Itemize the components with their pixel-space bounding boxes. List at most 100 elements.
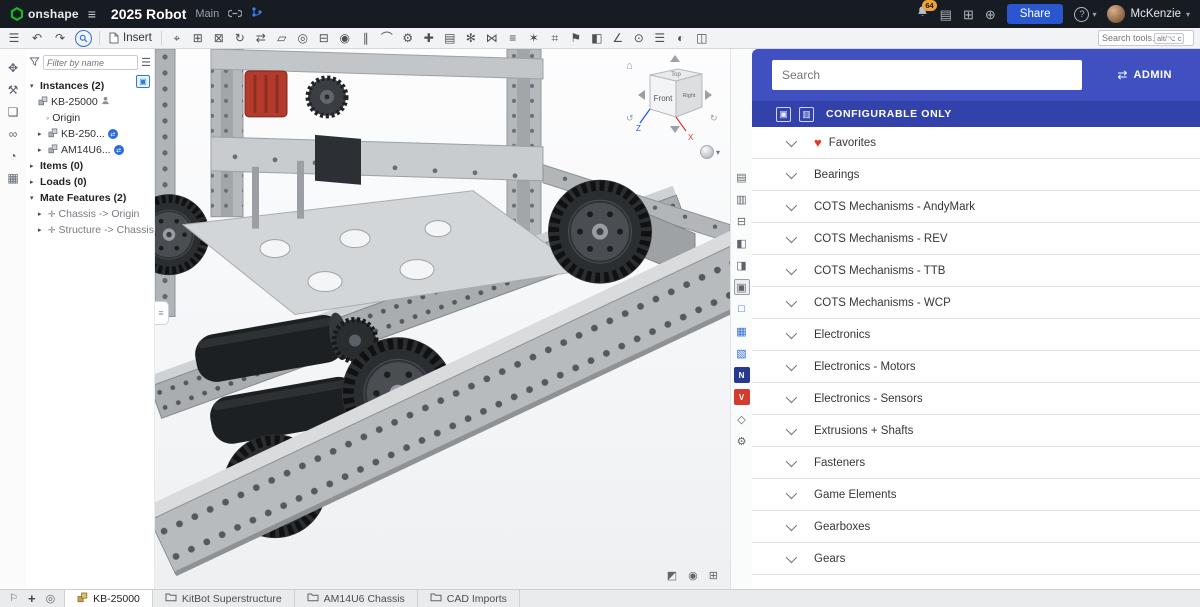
- category-row[interactable]: ♥ Gearboxes: [752, 511, 1200, 543]
- appearance-icon[interactable]: ◐: [673, 32, 689, 44]
- caret-collapsed-icon[interactable]: ▸: [38, 226, 45, 234]
- planar-mate-icon[interactable]: ▱: [274, 32, 290, 44]
- edit-panel-icon[interactable]: ▥: [734, 191, 750, 207]
- comments-icon[interactable]: ❏: [8, 105, 19, 120]
- filter-funnel-icon[interactable]: [29, 56, 40, 70]
- display-mode-button[interactable]: ▾: [700, 145, 720, 159]
- tree-item-origin[interactable]: ◦ Origin: [26, 110, 154, 126]
- move-tool-icon[interactable]: ✥: [8, 61, 18, 76]
- caret-expanded-icon[interactable]: ▾: [30, 82, 37, 90]
- search-features-icon[interactable]: [75, 30, 92, 47]
- snapshot-icon[interactable]: ⌗: [547, 32, 563, 44]
- category-row[interactable]: ♥ Extrusions + Shafts: [752, 415, 1200, 447]
- tree-item-mate-1[interactable]: ▸ ✛ Chassis -> Origin: [26, 206, 154, 222]
- filter-by-name-input[interactable]: [43, 55, 138, 70]
- search-tools-input[interactable]: [1102, 33, 1154, 43]
- help-menu[interactable]: ? ▾: [1074, 7, 1096, 22]
- ball-mate-icon[interactable]: ◉: [337, 32, 353, 44]
- appearance-panel-icon[interactable]: ◧: [734, 235, 750, 251]
- category-row[interactable]: ♥ COTS Mechanisms - WCP: [752, 287, 1200, 319]
- pin-slot-mate-icon[interactable]: ⊟: [316, 32, 332, 44]
- link-icon[interactable]: [228, 5, 242, 23]
- circular-pattern-icon[interactable]: ✻: [463, 32, 479, 44]
- active-panel-icon[interactable]: ▣: [734, 279, 750, 295]
- tab-kb-25000[interactable]: KB-25000: [64, 590, 153, 607]
- parallel-relation-icon[interactable]: ∥: [358, 32, 374, 44]
- tree-item-subassembly-1[interactable]: ▸ KB-250... ⇄: [26, 126, 154, 142]
- category-row[interactable]: ♥ COTS Mechanisms - REV: [752, 223, 1200, 255]
- help-center-icon[interactable]: ⊕: [985, 8, 996, 21]
- export-panel-icon[interactable]: ⊟: [734, 213, 750, 229]
- admin-button[interactable]: ⇄ ADMIN: [1117, 68, 1172, 82]
- notifications-bell-icon[interactable]: 64: [916, 5, 929, 23]
- slider-mate-icon[interactable]: ⇄: [253, 32, 269, 44]
- calendar-panel-icon[interactable]: ▧: [734, 345, 750, 361]
- tree-section-loads[interactable]: ▸ Loads (0): [26, 174, 154, 190]
- caret-collapsed-icon[interactable]: ▸: [30, 162, 37, 170]
- user-menu[interactable]: McKenzie ▾: [1107, 5, 1190, 23]
- tab-cad-imports[interactable]: CAD Imports: [418, 590, 520, 607]
- gear-relation-icon[interactable]: ⚙: [400, 32, 416, 44]
- category-row[interactable]: ♥ Electronics - Sensors: [752, 383, 1200, 415]
- panel-splitter-handle[interactable]: ≡: [155, 301, 169, 325]
- search-tools-box[interactable]: alt/⌥ c: [1098, 30, 1194, 46]
- undo-icon[interactable]: ↶: [29, 32, 45, 44]
- linked-docs-icon[interactable]: ∞: [9, 127, 18, 142]
- reports-icon[interactable]: ▤: [940, 8, 952, 21]
- tree-item-subassembly-2[interactable]: ▸ AM14U6... ⇄: [26, 142, 154, 158]
- feedback-icon[interactable]: ⚐: [9, 593, 18, 604]
- category-row[interactable]: ♥ Favorites: [752, 127, 1200, 159]
- fastened-mate-icon[interactable]: ⊠: [211, 32, 227, 44]
- tree-list-icon[interactable]: ☰: [141, 56, 151, 69]
- category-row[interactable]: ♥ Gears: [752, 543, 1200, 575]
- redo-icon[interactable]: ↷: [52, 32, 68, 44]
- mass-properties-icon[interactable]: ⊙: [631, 32, 647, 44]
- vis-panel-icon[interactable]: V: [734, 389, 750, 405]
- notes-panel-icon[interactable]: N: [734, 367, 750, 383]
- library-search-input[interactable]: [772, 60, 1082, 90]
- caret-collapsed-icon[interactable]: ▸: [30, 178, 37, 186]
- camera-tool-icon[interactable]: ◉: [688, 569, 698, 582]
- section-view-icon[interactable]: ◧: [589, 32, 605, 44]
- caret-collapsed-icon[interactable]: ▸: [38, 130, 45, 138]
- category-row[interactable]: ♥ COTS Mechanisms - TTB: [752, 255, 1200, 287]
- caret-collapsed-icon[interactable]: ▸: [38, 210, 45, 218]
- caret-expanded-icon[interactable]: ▾: [30, 194, 37, 202]
- category-row[interactable]: ♥ Bearings: [752, 159, 1200, 191]
- category-row[interactable]: ♥ Fasteners: [752, 447, 1200, 479]
- layers-panel-icon[interactable]: □: [734, 301, 750, 317]
- add-tab-button[interactable]: +: [28, 591, 36, 606]
- isolate-icon[interactable]: ▣: [136, 75, 150, 88]
- history-icon[interactable]: ◔: [9, 149, 16, 164]
- named-positions-icon[interactable]: ⚑: [568, 32, 584, 44]
- tab-kitbot-superstructure[interactable]: KitBot Superstructure: [153, 590, 295, 607]
- explode-icon[interactable]: ✶: [526, 32, 542, 44]
- tree-section-items[interactable]: ▸ Items (0): [26, 158, 154, 174]
- replicate-icon[interactable]: ≡: [505, 32, 521, 44]
- settings-panel-icon[interactable]: ⚙: [734, 433, 750, 449]
- tab-am14u6-chassis[interactable]: AM14U6 Chassis: [295, 590, 418, 607]
- display-states-icon[interactable]: ◫: [694, 32, 710, 44]
- hamburger-menu-icon[interactable]: ≡: [88, 6, 96, 22]
- workspace-label[interactable]: Main: [195, 8, 219, 20]
- appearance-tool-icon[interactable]: ◩: [667, 569, 677, 582]
- tab-manager-icon[interactable]: ◎: [46, 592, 56, 605]
- linear-pattern-icon[interactable]: ▤: [442, 32, 458, 44]
- bom-icon[interactable]: ☰: [652, 32, 668, 44]
- insert-button[interactable]: Insert: [107, 32, 154, 44]
- apps-grid-icon[interactable]: ⊞: [963, 8, 974, 21]
- cylindrical-mate-icon[interactable]: ◎: [295, 32, 311, 44]
- category-row[interactable]: ♥ COTS Mechanisms - AndyMark: [752, 191, 1200, 223]
- book-icon[interactable]: ▥: [799, 107, 814, 122]
- tools-icon[interactable]: ⚒: [8, 83, 19, 98]
- group-icon[interactable]: ⊞: [190, 32, 206, 44]
- grid-tool-icon[interactable]: ⊞: [709, 569, 718, 582]
- share-button[interactable]: Share: [1007, 4, 1064, 24]
- tree-item-root-assembly[interactable]: KB-25000: [26, 94, 154, 110]
- tables-panel-icon[interactable]: ▦: [734, 323, 750, 339]
- view-cube[interactable]: ⌂ Top Front Right Z X ↺ ↻: [622, 53, 722, 149]
- onshape-logo[interactable]: onshape: [10, 7, 79, 21]
- 3d-viewport[interactable]: ⌂ Top Front Right Z X ↺ ↻: [155, 49, 730, 589]
- parts-panel-icon[interactable]: ◇: [734, 411, 750, 427]
- feature-list-icon[interactable]: ☰: [6, 32, 22, 44]
